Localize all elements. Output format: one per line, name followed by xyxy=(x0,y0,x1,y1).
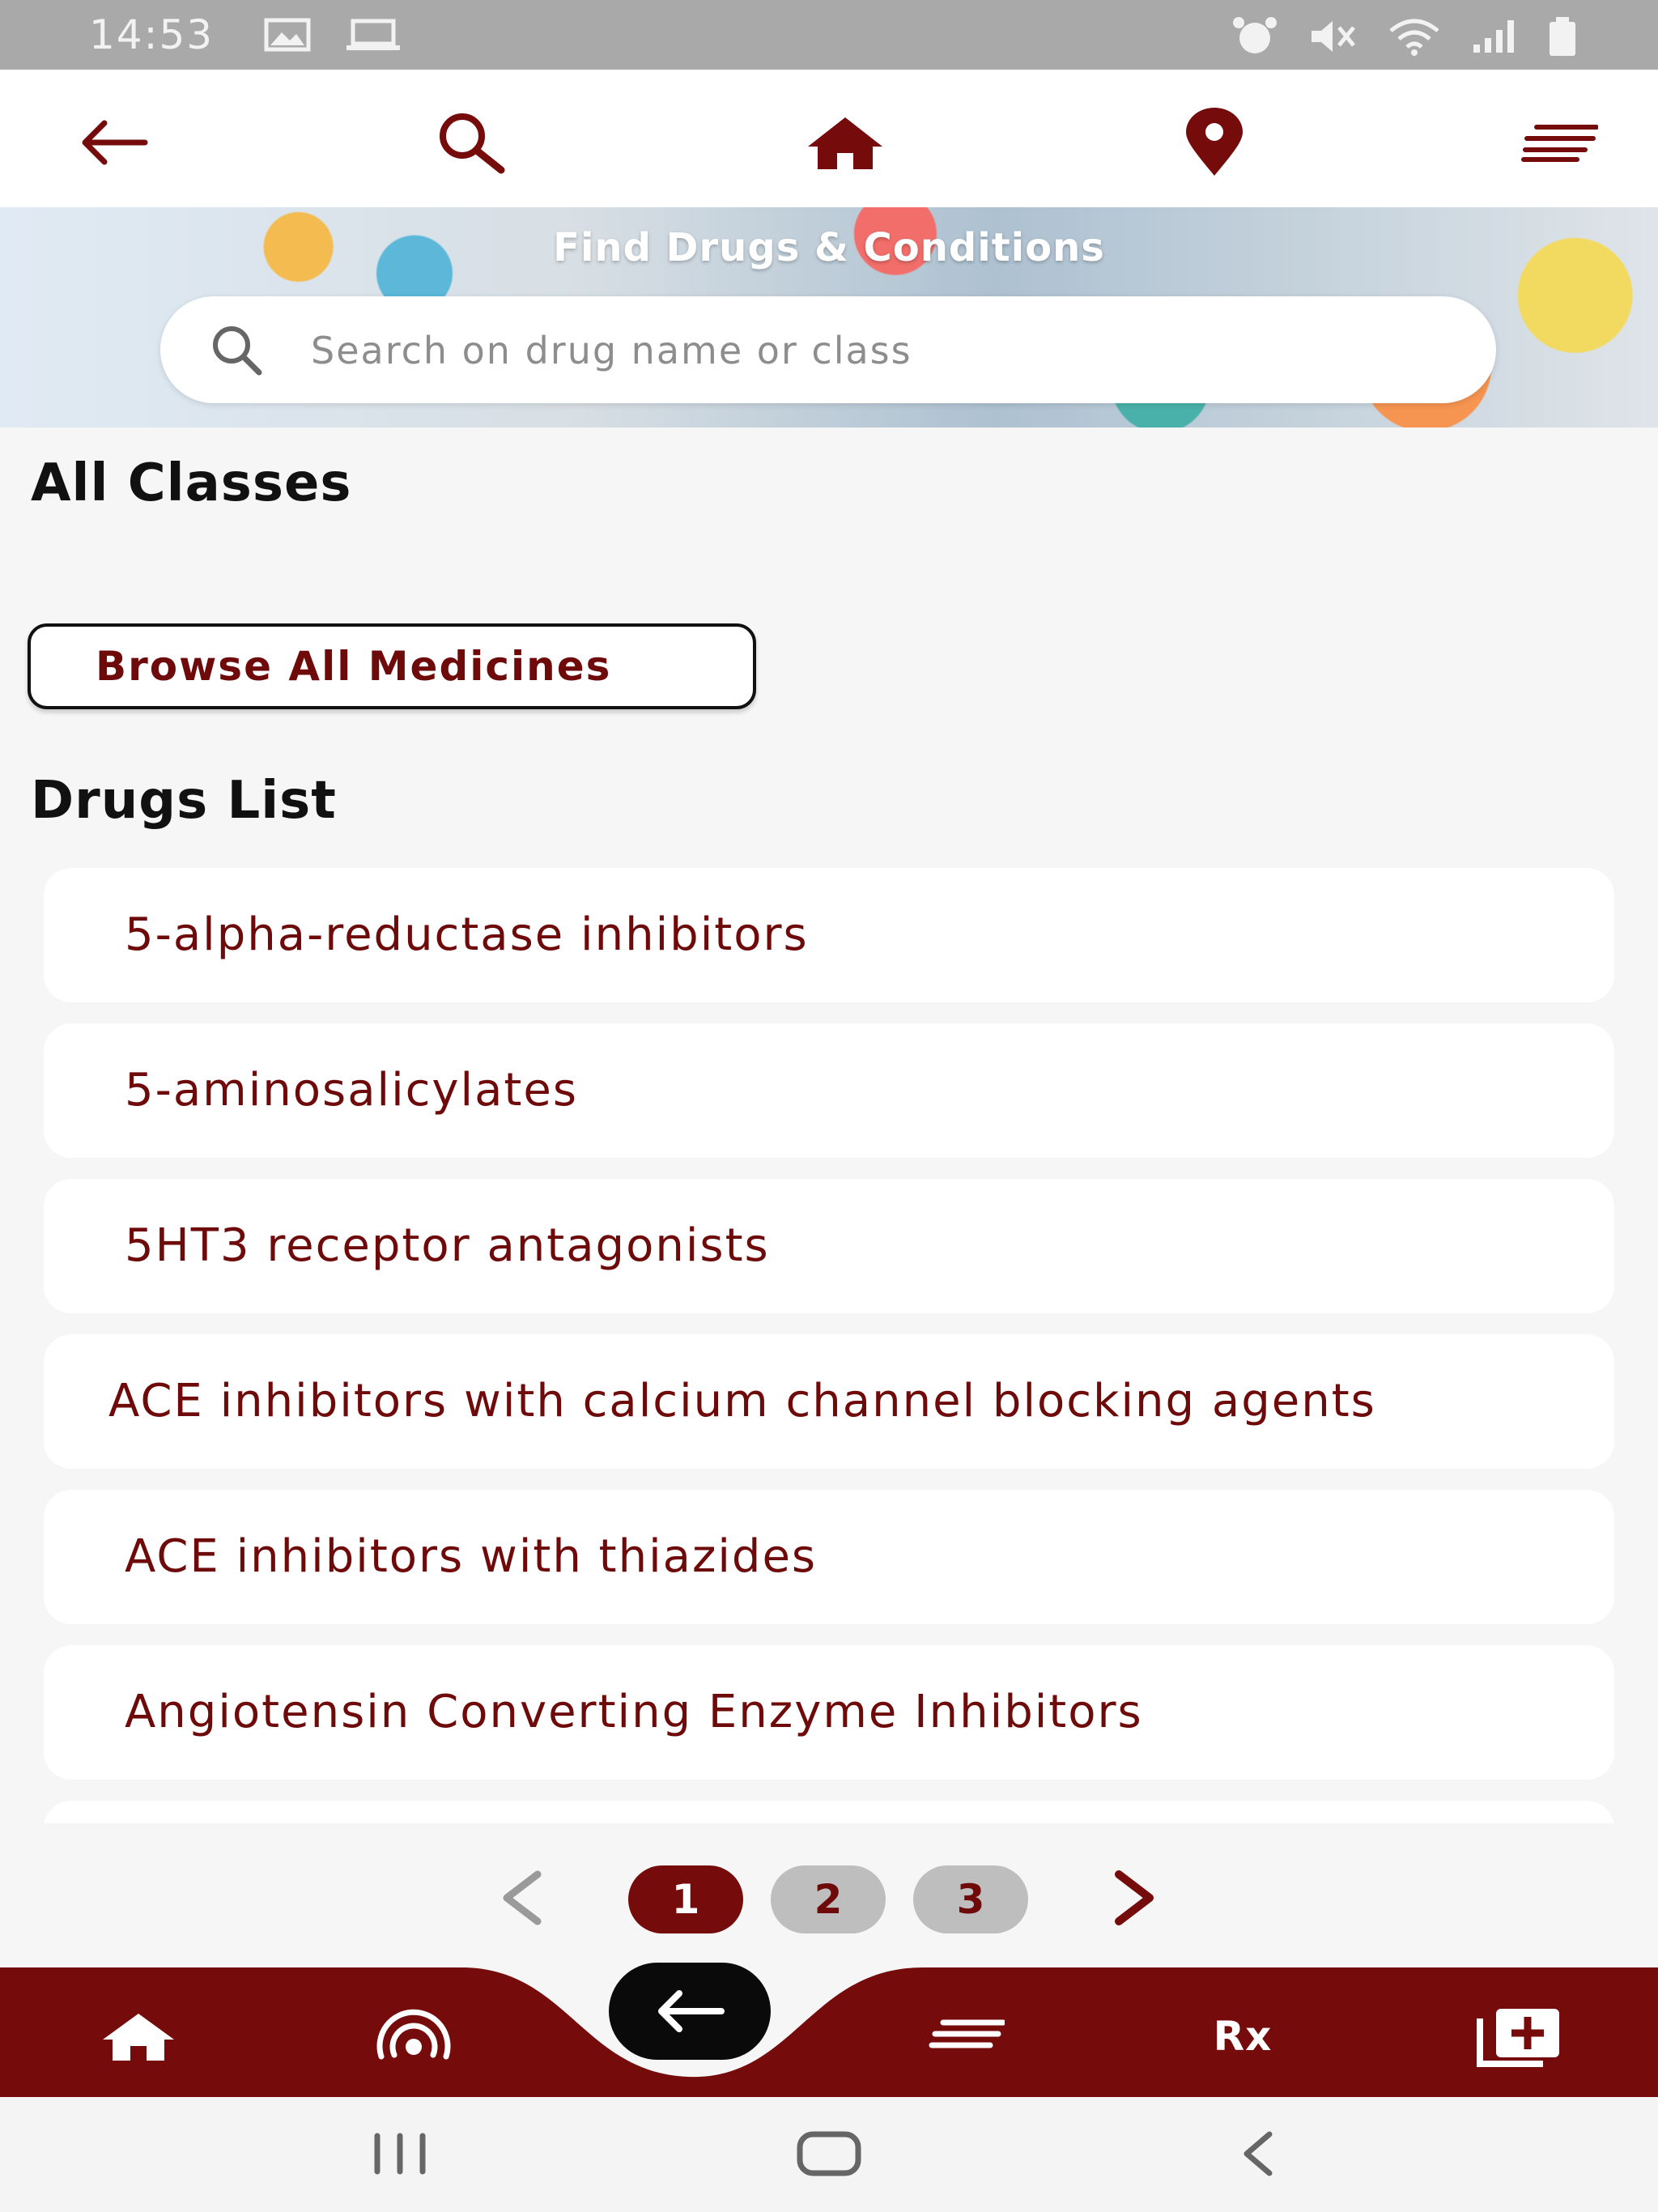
wifi-icon xyxy=(1389,19,1439,56)
search-icon xyxy=(440,113,505,174)
rx-label: Rx xyxy=(1213,2013,1273,2060)
signal-icon xyxy=(1473,20,1514,53)
menu-button[interactable] xyxy=(1519,102,1600,183)
back-fab-button[interactable] xyxy=(609,1963,771,2060)
bottom-podcast-button[interactable] xyxy=(369,2000,458,2073)
bottom-menu-button[interactable] xyxy=(921,2000,1010,2073)
home-square-icon xyxy=(797,2131,861,2176)
home-icon xyxy=(808,117,882,169)
bottom-nav: Rx xyxy=(0,1967,1658,2097)
home-button[interactable] xyxy=(805,102,886,183)
next-page-button[interactable] xyxy=(1103,1865,1167,1930)
menu-icon xyxy=(1521,125,1598,162)
mute-icon xyxy=(1312,21,1355,52)
chevron-left-icon xyxy=(503,1870,542,1925)
list-item-partial[interactable] xyxy=(44,1801,1614,1823)
bottom-add-button[interactable] xyxy=(1475,2000,1564,2073)
previous-page-button[interactable] xyxy=(489,1865,554,1930)
search-box[interactable] xyxy=(160,296,1496,403)
top-nav xyxy=(0,70,1658,207)
system-nav-bar xyxy=(0,2097,1658,2212)
search-button[interactable] xyxy=(431,102,512,183)
list-item[interactable]: 5-alpha-reductase inhibitors xyxy=(44,868,1614,1002)
home-system-button[interactable] xyxy=(789,2121,869,2186)
status-bar: 14:53 xyxy=(0,0,1658,70)
menu-icon xyxy=(929,2019,1005,2048)
add-box-icon xyxy=(1477,2009,1559,2067)
page-button-3[interactable]: 3 xyxy=(913,1865,1028,1933)
hero-title: Find Drugs & Conditions xyxy=(553,225,1105,270)
gallery-icon xyxy=(264,18,311,52)
alarm-icon xyxy=(1233,17,1277,53)
list-item[interactable]: 5HT3 receptor antagonists xyxy=(44,1179,1614,1313)
status-right-icons xyxy=(1232,16,1577,57)
search-input[interactable] xyxy=(309,319,1430,382)
page-button-1[interactable]: 1 xyxy=(628,1865,743,1933)
bottom-nav-background xyxy=(0,1967,1658,2097)
browse-all-medicines-button[interactable]: Browse All Medicines xyxy=(28,623,756,709)
podcast-icon xyxy=(376,2009,451,2060)
back-arrow-icon xyxy=(658,1990,725,2032)
search-icon xyxy=(210,324,262,376)
list-item[interactable]: ACE inhibitors with thiazides xyxy=(44,1490,1614,1624)
drugs-list: 5-alpha-reductase inhibitors 5-aminosali… xyxy=(44,868,1614,1823)
list-item[interactable]: ACE inhibitors with calcium channel bloc… xyxy=(44,1334,1614,1469)
back-button[interactable] xyxy=(73,102,154,183)
all-classes-heading: All Classes xyxy=(31,453,352,513)
battery-icon xyxy=(1550,17,1575,56)
page-button-2[interactable]: 2 xyxy=(771,1865,886,1933)
hero-banner: Find Drugs & Conditions xyxy=(0,207,1658,428)
list-item[interactable]: 5-aminosalicylates xyxy=(44,1023,1614,1158)
status-time: 14:53 xyxy=(89,11,215,58)
back-system-button[interactable] xyxy=(1218,2121,1299,2186)
list-item[interactable]: Angiotensin Converting Enzyme Inhibitors xyxy=(44,1645,1614,1780)
pagination: 1 2 3 xyxy=(0,1859,1658,1940)
bottom-rx-button[interactable]: Rx xyxy=(1198,2000,1287,2073)
chevron-left-icon xyxy=(1244,2131,1273,2176)
status-left-icons xyxy=(264,18,402,52)
location-pin-icon xyxy=(1186,108,1243,176)
back-arrow-icon xyxy=(82,120,148,165)
home-icon xyxy=(103,2014,174,2061)
bottom-home-button[interactable] xyxy=(94,2000,183,2073)
drugs-list-heading: Drugs List xyxy=(31,771,337,831)
chevron-right-icon xyxy=(1115,1870,1154,1925)
location-button[interactable] xyxy=(1174,102,1255,183)
recent-apps-icon xyxy=(374,2133,426,2175)
recent-apps-button[interactable] xyxy=(359,2121,440,2186)
laptop-icon xyxy=(346,19,400,50)
